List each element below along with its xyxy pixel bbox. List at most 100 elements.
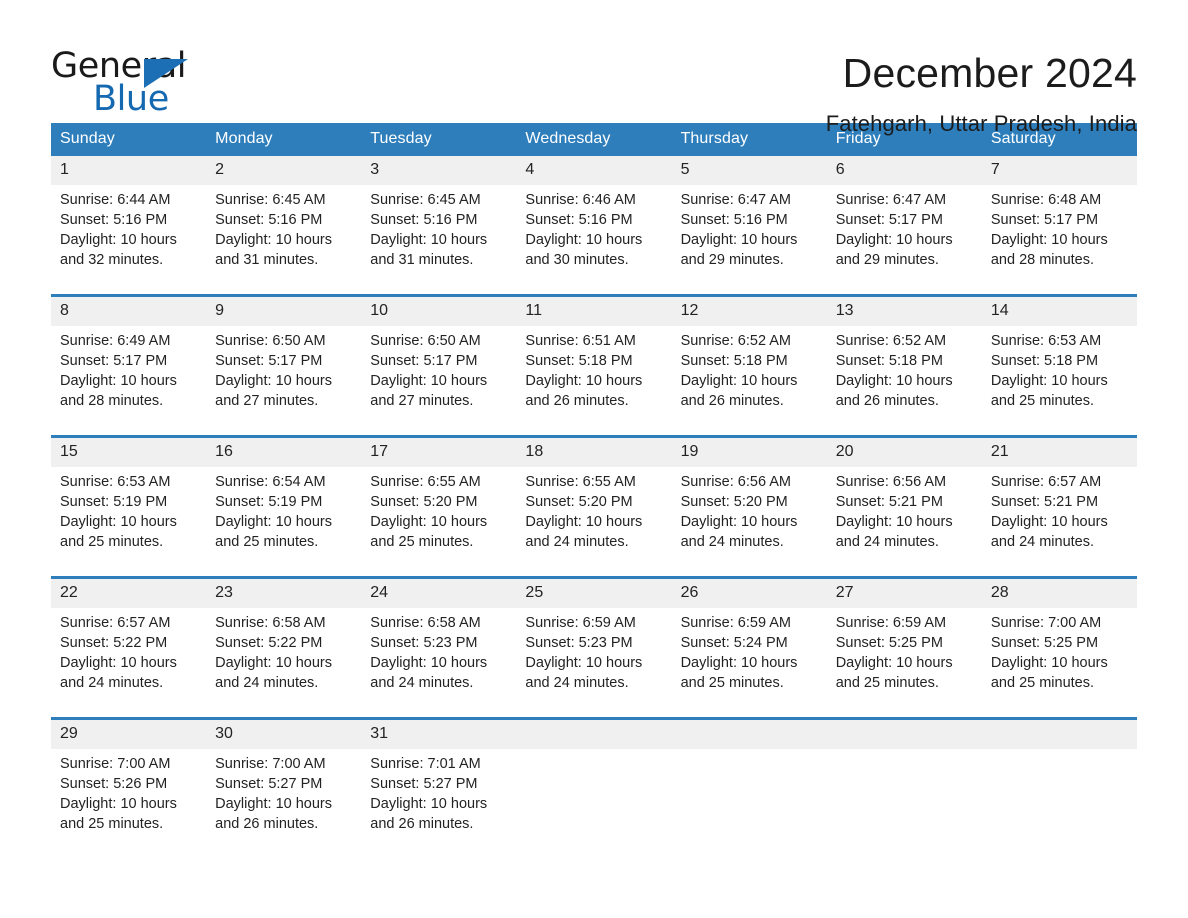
- day-number[interactable]: 30: [206, 717, 362, 749]
- daylight-text-line2: and 24 minutes.: [680, 534, 784, 550]
- day-cell[interactable]: Sunrise: 6:53 AM Sunset: 5:19 PM Daylight:…: [51, 467, 207, 564]
- day-number[interactable]: 15: [51, 435, 207, 467]
- day-number[interactable]: 23: [206, 576, 362, 608]
- day-cell[interactable]: Sunrise: 6:45 AM Sunset: 5:16 PM Daylight:…: [206, 185, 362, 282]
- day-number-empty: [826, 717, 982, 749]
- day-number[interactable]: 24: [361, 576, 517, 608]
- day-number[interactable]: 17: [361, 435, 517, 467]
- sunset-text: Sunset: 5:21 PM: [835, 494, 943, 510]
- day-number[interactable]: 13: [826, 294, 982, 326]
- daylight-text-line2: and 28 minutes.: [60, 393, 164, 409]
- day-detail-row: Sunrise: 6:49 AM Sunset: 5:17 PM Daylight:…: [51, 326, 1137, 423]
- day-number[interactable]: 28: [981, 576, 1137, 608]
- day-cell[interactable]: Sunrise: 6:44 AM Sunset: 5:16 PM Daylight:…: [51, 185, 207, 282]
- day-cell[interactable]: Sunrise: 6:47 AM Sunset: 5:17 PM Daylight:…: [826, 185, 982, 282]
- page-title: December 2024: [842, 50, 1137, 96]
- daylight-text-line1: Daylight: 10 hours: [370, 655, 488, 671]
- day-number[interactable]: 29: [51, 717, 207, 749]
- day-detail-row: Sunrise: 6:57 AM Sunset: 5:22 PM Daylight:…: [51, 608, 1137, 705]
- day-number[interactable]: 8: [51, 294, 207, 326]
- day-cell[interactable]: Sunrise: 6:54 AM Sunset: 5:19 PM Daylight:…: [206, 467, 362, 564]
- day-cell[interactable]: Sunrise: 6:58 AM Sunset: 5:22 PM Daylight:…: [206, 608, 362, 705]
- day-detail-row: Sunrise: 6:53 AM Sunset: 5:19 PM Daylight:…: [51, 467, 1137, 564]
- sunset-text: Sunset: 5:17 PM: [60, 353, 168, 369]
- day-cell[interactable]: Sunrise: 6:46 AM Sunset: 5:16 PM Daylight:…: [516, 185, 672, 282]
- day-number[interactable]: 31: [361, 717, 517, 749]
- daylight-text-line2: and 26 minutes.: [525, 393, 629, 409]
- day-number[interactable]: 12: [671, 294, 827, 326]
- day-number[interactable]: 4: [516, 156, 672, 185]
- day-number[interactable]: 1: [51, 156, 207, 185]
- sunset-text: Sunset: 5:18 PM: [835, 353, 943, 369]
- day-number[interactable]: 16: [206, 435, 362, 467]
- daylight-text-line2: and 29 minutes.: [835, 252, 939, 268]
- day-number-row: 22 23 24 25 26 27 28: [51, 576, 1137, 608]
- day-number-row: 1234567: [51, 156, 1137, 185]
- sunrise-text: Sunrise: 6:56 AM: [835, 474, 947, 490]
- day-number[interactable]: 10: [361, 294, 517, 326]
- day-number[interactable]: 19: [671, 435, 827, 467]
- daylight-text-line1: Daylight: 10 hours: [215, 655, 333, 671]
- day-number[interactable]: 20: [826, 435, 982, 467]
- day-cell-empty: [671, 749, 827, 846]
- sunset-text: Sunset: 5:16 PM: [370, 212, 478, 228]
- day-cell[interactable]: Sunrise: 6:57 AM Sunset: 5:21 PM Daylight:…: [981, 467, 1137, 564]
- day-number[interactable]: 18: [516, 435, 672, 467]
- day-cell[interactable]: Sunrise: 6:47 AM Sunset: 5:16 PM Daylight:…: [671, 185, 827, 282]
- day-cell[interactable]: Sunrise: 6:59 AM Sunset: 5:25 PM Daylight:…: [826, 608, 982, 705]
- sunset-text: Sunset: 5:25 PM: [835, 635, 943, 651]
- daylight-text-line1: Daylight: 10 hours: [680, 373, 798, 389]
- day-number[interactable]: 21: [981, 435, 1137, 467]
- sunrise-text: Sunrise: 6:52 AM: [680, 333, 791, 349]
- day-number[interactable]: 6: [826, 156, 982, 185]
- general-blue-logo: General Blue: [51, 47, 201, 118]
- day-cell[interactable]: Sunrise: 6:56 AM Sunset: 5:20 PM Daylight:…: [671, 467, 827, 564]
- day-cell[interactable]: Sunrise: 6:55 AM Sunset: 5:20 PM Daylight:…: [516, 467, 672, 564]
- day-number[interactable]: 3: [361, 156, 517, 185]
- day-number[interactable]: 22: [51, 576, 207, 608]
- day-cell-empty: [516, 749, 672, 846]
- day-number[interactable]: 7: [981, 156, 1137, 185]
- day-cell[interactable]: Sunrise: 6:57 AM Sunset: 5:22 PM Daylight:…: [51, 608, 207, 705]
- daylight-text-line2: and 24 minutes.: [835, 534, 939, 550]
- sunrise-text: Sunrise: 6:59 AM: [525, 615, 636, 631]
- day-cell[interactable]: Sunrise: 6:50 AM Sunset: 5:17 PM Daylight:…: [206, 326, 362, 423]
- daylight-text-line2: and 24 minutes.: [215, 675, 319, 691]
- daylight-text-line2: and 28 minutes.: [990, 252, 1095, 268]
- day-cell[interactable]: Sunrise: 6:56 AM Sunset: 5:21 PM Daylight:…: [826, 467, 982, 564]
- daylight-text-line1: Daylight: 10 hours: [835, 232, 953, 248]
- day-cell[interactable]: Sunrise: 7:00 AM Sunset: 5:25 PM Daylight:…: [981, 608, 1137, 705]
- day-cell[interactable]: Sunrise: 6:53 AM Sunset: 5:18 PM Daylight:…: [981, 326, 1137, 423]
- sunrise-text: Sunrise: 6:55 AM: [525, 474, 636, 490]
- day-number[interactable]: 5: [671, 156, 827, 185]
- day-number[interactable]: 14: [981, 294, 1137, 326]
- day-cell[interactable]: Sunrise: 6:52 AM Sunset: 5:18 PM Daylight:…: [826, 326, 982, 423]
- day-number[interactable]: 2: [206, 156, 362, 185]
- day-number[interactable]: 26: [671, 576, 827, 608]
- day-number[interactable]: 25: [516, 576, 672, 608]
- day-cell[interactable]: Sunrise: 7:01 AM Sunset: 5:27 PM Daylight:…: [361, 749, 517, 846]
- day-cell[interactable]: Sunrise: 6:51 AM Sunset: 5:18 PM Daylight:…: [516, 326, 672, 423]
- sunrise-text: Sunrise: 6:55 AM: [370, 474, 481, 490]
- sunrise-text: Sunrise: 6:51 AM: [525, 333, 636, 349]
- day-cell[interactable]: Sunrise: 6:59 AM Sunset: 5:23 PM Daylight:…: [516, 608, 672, 705]
- day-cell[interactable]: Sunrise: 6:52 AM Sunset: 5:18 PM Daylight:…: [671, 326, 827, 423]
- day-number[interactable]: 9: [206, 294, 362, 326]
- sunset-text: Sunset: 5:21 PM: [990, 494, 1099, 510]
- day-number[interactable]: 27: [826, 576, 982, 608]
- daylight-text-line2: and 25 minutes.: [60, 816, 164, 832]
- day-cell[interactable]: Sunrise: 6:49 AM Sunset: 5:17 PM Daylight:…: [51, 326, 207, 423]
- day-cell[interactable]: Sunrise: 6:55 AM Sunset: 5:20 PM Daylight:…: [361, 467, 517, 564]
- daylight-text-line2: and 24 minutes.: [60, 675, 164, 691]
- day-cell[interactable]: Sunrise: 6:48 AM Sunset: 5:17 PM Daylight:…: [981, 185, 1137, 282]
- day-cell[interactable]: Sunrise: 6:50 AM Sunset: 5:17 PM Daylight:…: [361, 326, 517, 423]
- day-cell[interactable]: Sunrise: 6:59 AM Sunset: 5:24 PM Daylight:…: [671, 608, 827, 705]
- daylight-text-line1: Daylight: 10 hours: [525, 373, 643, 389]
- daylight-text-line2: and 26 minutes.: [680, 393, 784, 409]
- day-cell[interactable]: Sunrise: 6:58 AM Sunset: 5:23 PM Daylight:…: [361, 608, 517, 705]
- day-number[interactable]: 11: [516, 294, 672, 326]
- day-cell[interactable]: Sunrise: 7:00 AM Sunset: 5:27 PM Daylight:…: [206, 749, 362, 846]
- day-cell[interactable]: Sunrise: 7:00 AM Sunset: 5:26 PM Daylight:…: [51, 749, 207, 846]
- day-cell[interactable]: Sunrise: 6:45 AM Sunset: 5:16 PM Daylight:…: [361, 185, 517, 282]
- sunset-text: Sunset: 5:18 PM: [680, 353, 788, 369]
